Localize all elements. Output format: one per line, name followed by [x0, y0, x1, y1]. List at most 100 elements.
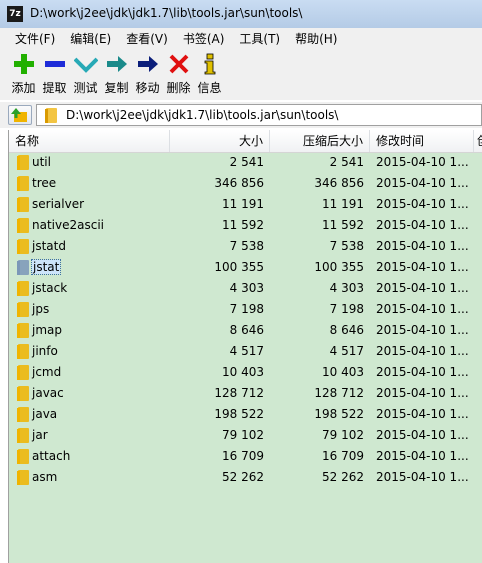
folder-icon: [17, 407, 29, 422]
column-size[interactable]: 大小: [170, 130, 270, 152]
file-size: 10 403: [222, 365, 264, 379]
file-modified: 2015-04-10 1...: [376, 260, 469, 274]
folder-icon: [17, 218, 29, 233]
add-button[interactable]: 添加: [8, 48, 39, 100]
app-icon: 7z: [7, 6, 23, 22]
file-row[interactable]: jinfo 4 517 4 517 2015-04-10 1...: [9, 341, 482, 362]
file-row[interactable]: asm 52 262 52 262 2015-04-10 1...: [9, 467, 482, 488]
file-name-text: jinfo: [32, 344, 58, 358]
move-button[interactable]: 移动: [132, 48, 163, 100]
file-modified: 2015-04-10 1...: [376, 302, 469, 316]
file-name-text: jstack: [32, 281, 68, 295]
file-packed-size: 11 592: [322, 218, 364, 232]
copy-button[interactable]: 复制: [101, 48, 132, 100]
file-row[interactable]: util 2 541 2 541 2015-04-10 1...: [9, 152, 482, 173]
file-row[interactable]: jstatd 7 538 7 538 2015-04-10 1...: [9, 236, 482, 257]
up-folder-icon: [11, 108, 27, 122]
column-name[interactable]: 名称: [9, 130, 170, 152]
title-bar: 7z D:\work\j2ee\jdk\jdk1.7\lib\tools.jar…: [0, 0, 482, 29]
menu-edit[interactable]: 编辑(E): [63, 30, 119, 47]
folder-icon: [17, 302, 29, 317]
file-size: 198 522: [214, 407, 264, 421]
info-button[interactable]: 信息: [194, 48, 225, 100]
folder-icon: [17, 197, 29, 212]
file-name: native2ascii: [31, 215, 170, 236]
file-packed-size: 346 856: [314, 176, 364, 190]
delete-button[interactable]: 删除: [163, 48, 194, 100]
file-row[interactable]: jar 79 102 79 102 2015-04-10 1...: [9, 425, 482, 446]
file-size: 16 709: [222, 449, 264, 463]
file-name: serialver: [31, 194, 170, 215]
file-name-text: javac: [32, 386, 64, 400]
file-name: jcmd: [31, 362, 170, 383]
file-name-text: util: [32, 155, 51, 169]
file-packed-size: 100 355: [314, 260, 364, 274]
delete-x-icon: [167, 52, 191, 76]
file-size: 128 712: [214, 386, 264, 400]
folder-icon: [17, 281, 29, 296]
add-label: 添加: [11, 81, 36, 95]
menu-help[interactable]: 帮助(H): [288, 30, 345, 47]
toolbar: 添加 提取 测试 复制 移动 删除 信息: [0, 48, 482, 100]
copy-arrow-icon: [105, 52, 129, 76]
file-list[interactable]: 名称 大小 压缩后大小 修改时间 创 util 2 541 2 541 2015-04…: [8, 130, 482, 563]
file-row[interactable]: jcmd 10 403 10 403 2015-04-10 1...: [9, 362, 482, 383]
file-row[interactable]: jstat 100 355 100 355 2015-04-10 1...: [9, 257, 482, 278]
file-row[interactable]: attach 16 709 16 709 2015-04-10 1...: [9, 446, 482, 467]
file-name: jstatd: [31, 236, 170, 257]
file-size: 11 592: [222, 218, 264, 232]
file-packed-size: 11 191: [322, 197, 364, 211]
file-size: 7 198: [229, 302, 264, 316]
file-size: 346 856: [214, 176, 264, 190]
column-created[interactable]: 创: [474, 130, 482, 152]
file-name-text: java: [32, 407, 58, 421]
file-row[interactable]: javac 128 712 128 712 2015-04-10 1...: [9, 383, 482, 404]
folder-icon: [17, 260, 29, 275]
column-packed-size[interactable]: 压缩后大小: [270, 130, 370, 152]
file-name: jstat: [31, 257, 170, 278]
file-modified: 2015-04-10 1...: [376, 407, 469, 421]
menu-bar: 文件(F) 编辑(E) 查看(V) 书签(A) 工具(T) 帮助(H): [0, 28, 482, 48]
folder-icon: [17, 323, 29, 338]
menu-view[interactable]: 查看(V): [119, 30, 176, 47]
file-name-text: jar: [32, 428, 48, 442]
column-modified[interactable]: 修改时间: [370, 130, 474, 152]
minus-icon: [43, 52, 67, 76]
column-header: 名称 大小 压缩后大小 修改时间 创: [9, 130, 482, 153]
test-button[interactable]: 测试: [70, 48, 101, 100]
up-folder-button[interactable]: [8, 105, 32, 125]
menu-tools[interactable]: 工具(T): [232, 30, 288, 47]
file-packed-size: 7 198: [329, 302, 364, 316]
file-modified: 2015-04-10 1...: [376, 281, 469, 295]
file-name-text: jstat: [31, 259, 62, 275]
file-modified: 2015-04-10 1...: [376, 449, 469, 463]
file-row[interactable]: serialver 11 191 11 191 2015-04-10 1...: [9, 194, 482, 215]
file-name: jinfo: [31, 341, 170, 362]
file-size: 4 517: [229, 344, 264, 358]
file-row[interactable]: jstack 4 303 4 303 2015-04-10 1...: [9, 278, 482, 299]
file-row[interactable]: java 198 522 198 522 2015-04-10 1...: [9, 404, 482, 425]
move-arrow-icon: [136, 52, 160, 76]
file-row[interactable]: tree 346 856 346 856 2015-04-10 1...: [9, 173, 482, 194]
window-title: D:\work\j2ee\jdk\jdk1.7\lib\tools.jar\su…: [30, 6, 303, 20]
file-size: 11 191: [222, 197, 264, 211]
file-modified: 2015-04-10 1...: [376, 344, 469, 358]
file-name: jar: [31, 425, 170, 446]
file-packed-size: 4 303: [329, 281, 364, 295]
menu-file[interactable]: 文件(F): [8, 30, 63, 47]
menu-bookmarks[interactable]: 书签(A): [176, 30, 233, 47]
file-name: asm: [31, 467, 170, 488]
file-name: jmap: [31, 320, 170, 341]
extract-button[interactable]: 提取: [39, 48, 70, 100]
file-size: 100 355: [214, 260, 264, 274]
path-field[interactable]: D:\work\j2ee\jdk\jdk1.7\lib\tools.jar\su…: [36, 104, 482, 126]
file-row[interactable]: jmap 8 646 8 646 2015-04-10 1...: [9, 320, 482, 341]
file-row[interactable]: native2ascii 11 592 11 592 2015-04-10 1...: [9, 215, 482, 236]
file-name: tree: [31, 173, 170, 194]
folder-icon: [17, 386, 29, 401]
folder-icon: [45, 108, 57, 123]
check-icon: [73, 52, 98, 76]
file-name: attach: [31, 446, 170, 467]
file-modified: 2015-04-10 1...: [376, 386, 469, 400]
file-row[interactable]: jps 7 198 7 198 2015-04-10 1...: [9, 299, 482, 320]
